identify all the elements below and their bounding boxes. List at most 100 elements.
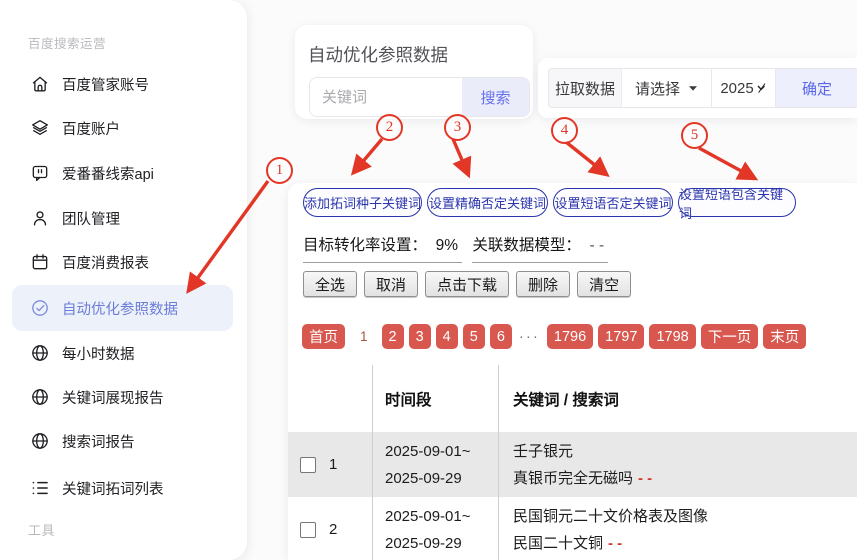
set-exact-negative-keywords-button[interactable]: 设置精确否定关键词 (427, 188, 548, 217)
sidebar-section-tools-label: 工具 (28, 520, 55, 539)
table-header-keyword: 关键词 / 搜索词 (499, 365, 857, 432)
sidebar-item-hourly-data[interactable]: 每小时数据 (30, 340, 135, 366)
confirm-button[interactable]: 确定 (776, 69, 857, 107)
row-keyword-cell: 壬子银元 真银币完全无磁吗- - (499, 432, 857, 497)
keyword-search-input[interactable] (310, 78, 462, 116)
target-conversion-rate-field[interactable]: 目标转化率设置： 9% (303, 233, 462, 263)
pagination-next[interactable]: 下一页 (701, 324, 759, 349)
clear-button[interactable]: 清空 (577, 271, 631, 297)
sidebar-item-baidu-account[interactable]: 百度账户 (30, 115, 120, 141)
annotation-circle-4: 4 (551, 117, 578, 144)
set-phrase-negative-keywords-button[interactable]: 设置短语否定关键词 (553, 188, 673, 217)
year-input[interactable]: 2025 (712, 69, 776, 107)
pagination-page-1796[interactable]: 1796 (547, 324, 593, 349)
download-button[interactable]: 点击下载 (425, 271, 509, 297)
pagination-page-3[interactable]: 3 (409, 324, 431, 349)
globe-icon (30, 343, 50, 363)
target-rate-label: 目标转化率设置： (303, 237, 427, 254)
sidebar-item-label: 百度账户 (62, 118, 120, 139)
model-label: 关联数据模型： (472, 237, 581, 254)
keyword-action-buttons: 添加拓词种子关键词 设置精确否定关键词 设置短语否定关键词 设置短语包含关键词 (303, 188, 796, 217)
chat-icon (30, 163, 50, 183)
sidebar-item-label: 百度管家账号 (62, 74, 149, 95)
person-icon (30, 208, 50, 228)
annotation-arrow-3 (453, 139, 468, 174)
pagination-first[interactable]: 首页 (302, 324, 345, 349)
annotation-arrow-4 (566, 142, 606, 174)
pagination-last[interactable]: 末页 (763, 324, 806, 349)
calendar-icon (30, 252, 50, 272)
pagination-page-2[interactable]: 2 (382, 324, 404, 349)
pagination-page-4[interactable]: 4 (436, 324, 458, 349)
app-window: 百度搜索运营 百度管家账号 百度账户 爱番番线索api 团队管理 (0, 0, 857, 560)
sidebar-item-label: 爱番番线索api (62, 163, 154, 184)
row-checkbox[interactable] (300, 457, 316, 473)
pagination-page-1798[interactable]: 1798 (649, 324, 695, 349)
sidebar: 百度搜索运营 百度管家账号 百度账户 爱番番线索api 团队管理 (0, 0, 247, 560)
pull-data-label: 拉取数据 (549, 69, 622, 107)
sidebar-item-keyword-impression-report[interactable]: 关键词展现报告 (30, 384, 164, 410)
pagination-page-6[interactable]: 6 (490, 324, 512, 349)
sidebar-item-team-management[interactable]: 团队管理 (30, 205, 120, 231)
pull-data-group: 拉取数据 请选择 2025 确定 (548, 68, 857, 108)
pagination-page-1797[interactable]: 1797 (598, 324, 644, 349)
row-checkbox[interactable] (300, 522, 316, 538)
check-circle-icon (30, 298, 50, 318)
sidebar-item-label: 百度消费报表 (62, 252, 149, 273)
related-data-model-field[interactable]: 关联数据模型： - - (472, 233, 608, 263)
globe-icon (30, 387, 50, 407)
layers-icon (30, 118, 50, 138)
list-icon (30, 478, 50, 498)
delete-button[interactable]: 删除 (516, 271, 570, 297)
target-rate-value: 9% (436, 237, 458, 254)
page-title: 自动优化参照数据 (308, 42, 448, 67)
table-header-period: 时间段 (373, 365, 499, 432)
annotation-arrow-2 (354, 139, 382, 172)
keyword-search-group: 搜索 (309, 77, 530, 117)
settings-summary-row: 目标转化率设置： 9% 关联数据模型： - - (303, 233, 608, 263)
bulk-action-buttons: 全选 取消 点击下载 删除 清空 (303, 271, 631, 297)
sidebar-item-keyword-expansion-list[interactable]: 关键词拓词列表 (30, 475, 164, 501)
pagination: 首页 1 2 3 4 5 6 ··· 1796 1797 1798 下一页 末页 (302, 324, 806, 349)
sidebar-item-label: 自动优化参照数据 (62, 298, 178, 319)
sidebar-item-baidu-consumption-report[interactable]: 百度消费报表 (30, 249, 149, 275)
add-seed-keywords-button[interactable]: 添加拓词种子关键词 (303, 188, 422, 217)
table-header-select-column (288, 365, 373, 432)
sidebar-item-aifanfan-leads-api[interactable]: 爱番番线索api (30, 160, 154, 186)
sidebar-item-label: 关键词拓词列表 (62, 478, 164, 499)
select-all-button[interactable]: 全选 (303, 271, 357, 297)
caret-down-icon (688, 85, 698, 92)
sidebar-item-search-term-report[interactable]: 搜索词报告 (30, 428, 135, 454)
pagination-ellipsis: ··· (519, 328, 540, 345)
row-period-cell: 2025-09-01~ 2025-09-29 (373, 497, 499, 560)
sidebar-item-label: 关键词展现报告 (62, 387, 164, 408)
table-row: 1 2025-09-01~ 2025-09-29 壬子银元 真银币完全无磁吗- … (288, 432, 857, 497)
row-index: 2 (329, 521, 337, 538)
set-phrase-include-keywords-button[interactable]: 设置短语包含关键词 (678, 188, 796, 217)
sidebar-item-label: 每小时数据 (62, 343, 135, 364)
annotation-circle-1: 1 (266, 157, 293, 184)
sidebar-item-auto-optimize-reference-data[interactable]: 自动优化参照数据 (12, 285, 233, 331)
text-cursor-caret-icon (756, 82, 767, 94)
cancel-button[interactable]: 取消 (364, 271, 418, 297)
year-value: 2025 (720, 80, 753, 97)
annotation-circle-5: 5 (681, 122, 708, 149)
home-icon (30, 74, 50, 94)
pagination-current-page: 1 (360, 329, 368, 344)
row-keyword-cell: 民国铜元二十文价格表及图像 民国二十文铜- - (499, 497, 857, 560)
model-value: - - (590, 237, 605, 254)
sidebar-item-label: 团队管理 (62, 208, 120, 229)
data-table: 时间段 关键词 / 搜索词 1 2025-09-01~ 2025-09-29 壬… (288, 365, 857, 560)
pagination-page-5[interactable]: 5 (463, 324, 485, 349)
row-index: 1 (329, 456, 337, 473)
search-button[interactable]: 搜索 (462, 78, 529, 116)
sidebar-section-label: 百度搜索运营 (28, 33, 106, 52)
main-content-card: 添加拓词种子关键词 设置精确否定关键词 设置短语否定关键词 设置短语包含关键词 … (288, 183, 857, 560)
red-dash-value: - - (638, 470, 652, 487)
model-select-dropdown[interactable]: 请选择 (622, 69, 712, 107)
select-placeholder: 请选择 (635, 78, 680, 99)
sidebar-item-baidu-manager-account[interactable]: 百度管家账号 (30, 71, 149, 97)
red-dash-value: - - (608, 535, 622, 552)
sidebar-item-label: 搜索词报告 (62, 431, 135, 452)
globe-icon (30, 431, 50, 451)
